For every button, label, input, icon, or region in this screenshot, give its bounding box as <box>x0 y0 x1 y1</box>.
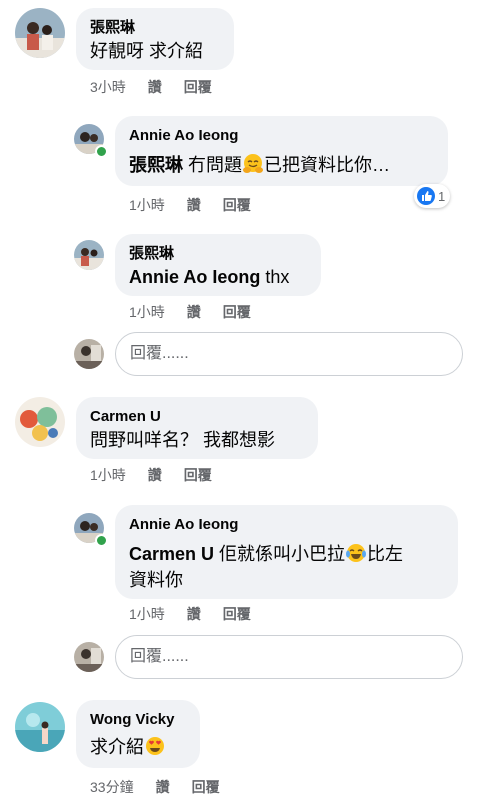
reply-bubble: 張熙琳 Annie Ao Ieong thx <box>115 234 321 296</box>
reply-author[interactable]: Annie Ao Ieong <box>129 515 444 535</box>
like-button[interactable]: 讚 <box>187 302 201 322</box>
reply-input-box[interactable] <box>115 332 463 376</box>
comment-text: 求介紹 <box>90 734 186 760</box>
reply-button[interactable]: 回覆 <box>223 302 251 322</box>
avatar-carmen[interactable] <box>15 397 65 447</box>
current-user-avatar <box>74 642 104 672</box>
reply-bubble: Annie Ao Ieong Carmen U 佢就係叫小巴拉 比左 資料你 <box>115 505 458 599</box>
comment-bubble: 張熙琳 好靚呀 求介紹 <box>76 8 234 70</box>
reply-button[interactable]: 回覆 <box>223 604 251 624</box>
like-button[interactable]: 讚 <box>187 604 201 624</box>
reply-input[interactable] <box>130 645 430 669</box>
reply-meta: 1小時 讚 回覆 <box>129 604 273 624</box>
comment-text-part: 求介紹 <box>90 737 144 757</box>
thumbs-up-icon <box>417 187 435 205</box>
reply-text: Carmen U 佢就係叫小巴拉 比左 <box>129 541 444 567</box>
comment-author[interactable]: Carmen U <box>90 407 304 427</box>
reply-bubble: Annie Ao Ieong 張熙琳 冇問題 已把資料比你… <box>115 116 448 186</box>
reply-text: 張熙琳 冇問題 已把資料比你… <box>129 152 434 178</box>
reply-button[interactable]: 回覆 <box>184 465 212 485</box>
comment-bubble: Carmen U 問野叫咩名？ 我都想影 <box>76 397 318 459</box>
reply-author[interactable]: Annie Ao Ieong <box>129 126 434 146</box>
comment-author[interactable]: 張熙琳 <box>90 18 220 38</box>
reply-text: Annie Ao Ieong thx <box>129 264 307 290</box>
reply-input-box[interactable] <box>115 635 463 679</box>
comment-bubble: Wong Vicky 求介紹 <box>76 700 200 768</box>
comment-text: 好靚呀 求介紹 <box>90 41 204 61</box>
reply-button[interactable]: 回覆 <box>223 195 251 215</box>
reply-time[interactable]: 1小時 <box>129 604 165 624</box>
reply-text-part: 冇問題 <box>188 155 243 175</box>
reply-text-part: 佢就係叫小巴拉 <box>219 544 346 564</box>
comment-time[interactable]: 33分鐘 <box>90 777 134 797</box>
reply-text-part: 比左 <box>367 544 404 564</box>
heart-eyes-icon <box>146 737 164 755</box>
comment-meta: 33分鐘 讚 回覆 <box>90 777 242 797</box>
like-button[interactable]: 讚 <box>148 465 162 485</box>
hugging-face-icon <box>243 154 264 173</box>
comment-meta: 3小時 讚 回覆 <box>90 77 234 97</box>
reply-meta: 1小時 讚 回覆 <box>129 302 273 322</box>
mention-link[interactable]: 張熙琳 <box>129 155 183 175</box>
reaction-count: 1 <box>438 188 446 204</box>
tears-of-joy-icon <box>346 544 367 562</box>
mention-link[interactable]: Annie Ao Ieong <box>129 267 260 287</box>
reply-text-part: 已把資料比你… <box>264 155 391 175</box>
current-user-avatar <box>74 339 104 369</box>
like-button[interactable]: 讚 <box>156 777 170 797</box>
reply-button[interactable]: 回覆 <box>192 777 220 797</box>
like-button[interactable]: 讚 <box>187 195 201 215</box>
reply-meta: 1小時 讚 回覆 <box>129 195 273 215</box>
reply-input[interactable] <box>130 342 430 366</box>
avatar-wong[interactable] <box>15 702 65 752</box>
reply-author[interactable]: 張熙琳 <box>129 244 307 264</box>
comment-time[interactable]: 1小時 <box>90 465 126 485</box>
reply-button[interactable]: 回覆 <box>184 77 212 97</box>
reply-text-line2: 資料你 <box>129 570 183 590</box>
online-status-indicator <box>95 145 108 158</box>
online-status-indicator <box>95 534 108 547</box>
reply-text-part: thx <box>265 267 290 287</box>
reaction-badge[interactable]: 1 <box>414 184 451 208</box>
like-button[interactable]: 讚 <box>148 77 162 97</box>
mention-link[interactable]: Carmen U <box>129 544 214 564</box>
reply-time[interactable]: 1小時 <box>129 302 165 322</box>
comment-text: 問野叫咩名？ 我都想影 <box>90 430 275 450</box>
avatar-zhang[interactable] <box>74 240 104 270</box>
comment-author[interactable]: Wong Vicky <box>90 710 186 730</box>
reply-time[interactable]: 1小時 <box>129 195 165 215</box>
avatar-zhang[interactable] <box>15 8 65 58</box>
comment-meta: 1小時 讚 回覆 <box>90 465 234 485</box>
comment-time[interactable]: 3小時 <box>90 77 126 97</box>
